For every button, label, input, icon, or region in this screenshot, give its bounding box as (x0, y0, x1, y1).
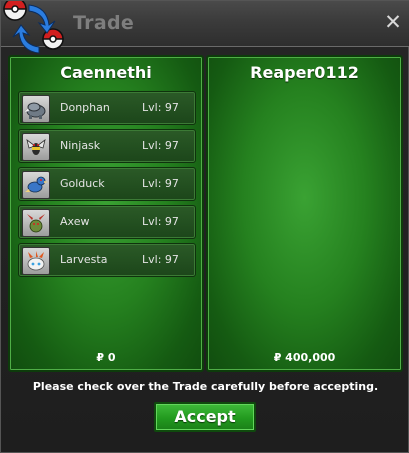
pokemon-level: Lvl: 97 (142, 139, 179, 152)
left-money-amount: ₽ 0 (96, 351, 116, 364)
pokemon-slot-golduck[interactable]: Golduck Lvl: 97 (18, 167, 196, 201)
left-pokemon-list: Donphan Lvl: 97 Ninjask Lvl: 97 Golduck … (18, 91, 196, 281)
right-trader-name: Reaper0112 (250, 63, 359, 82)
pokemon-level: Lvl: 97 (142, 253, 179, 266)
pokemon-name: Golduck (60, 177, 105, 190)
pokemon-slot-axew[interactable]: Axew Lvl: 97 (18, 205, 196, 239)
larvesta-icon (22, 247, 50, 275)
pokemon-name: Larvesta (60, 253, 108, 266)
ninjask-icon (22, 133, 50, 161)
accept-button[interactable]: Accept (154, 402, 256, 432)
pokemon-slot-larvesta[interactable]: Larvesta Lvl: 97 (18, 243, 196, 277)
right-trader-panel: Reaper0112 ₽ 400,000 (206, 55, 403, 372)
golduck-icon (22, 171, 50, 199)
pokemon-level: Lvl: 97 (142, 101, 179, 114)
pokemon-slot-ninjask[interactable]: Ninjask Lvl: 97 (18, 129, 196, 163)
left-trader-panel: Caennethi Donphan Lvl: 97 Ninjask Lvl: 9… (8, 55, 204, 372)
pokeball-trade-icon (3, 1, 64, 54)
donphan-icon (22, 95, 50, 123)
pokemon-name: Donphan (60, 101, 110, 114)
pokemon-slot-donphan[interactable]: Donphan Lvl: 97 (18, 91, 196, 125)
pokemon-level: Lvl: 97 (142, 215, 179, 228)
left-trader-name: Caennethi (60, 63, 152, 82)
pokemon-name: Ninjask (60, 139, 101, 152)
trade-notice: Please check over the Trade carefully be… (32, 380, 379, 393)
right-money-amount: ₽ 400,000 (273, 351, 336, 364)
close-icon[interactable]: ✕ (382, 11, 404, 33)
axew-icon (22, 209, 50, 237)
pokemon-level: Lvl: 97 (142, 177, 179, 190)
trade-window: Trade ✕ Caennethi Donphan Lvl: 97 Ninjas… (0, 0, 409, 453)
title-bar[interactable]: Trade ✕ (1, 1, 409, 54)
pokemon-name: Axew (60, 215, 90, 228)
window-title: Trade (73, 12, 135, 34)
